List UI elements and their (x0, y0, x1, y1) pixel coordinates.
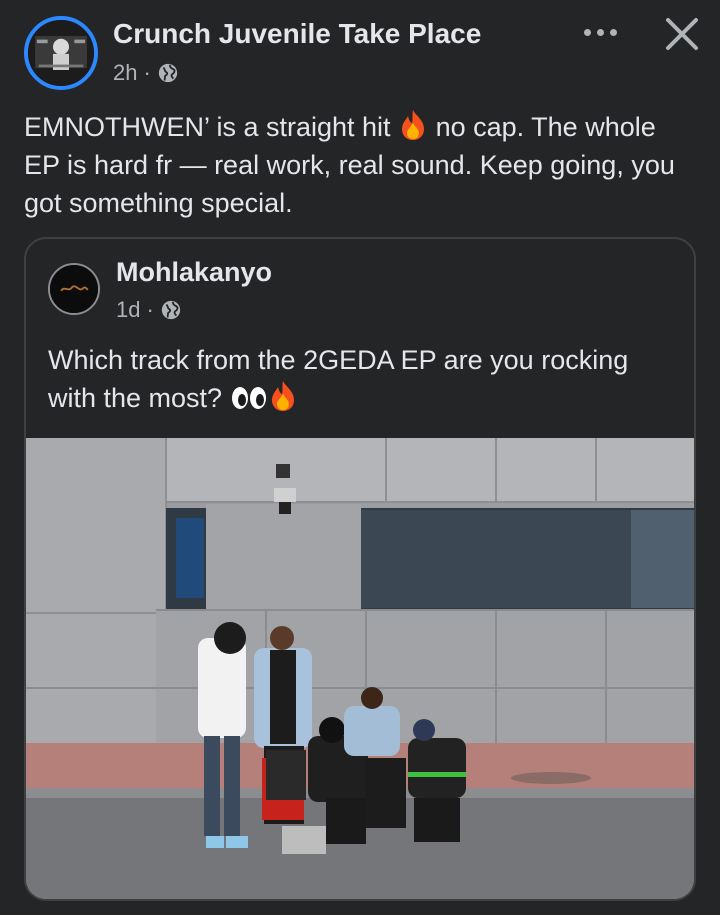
shared-author-avatar[interactable] (48, 263, 100, 315)
more-options-button[interactable] (578, 20, 622, 44)
meta-separator: · (143, 60, 151, 85)
globe-icon (161, 300, 180, 320)
more-horizontal-icon (609, 28, 617, 36)
fire-emoji-icon (402, 110, 425, 140)
more-horizontal-icon (596, 28, 604, 36)
fire-emoji-icon (271, 381, 294, 411)
shared-post-body: Which track from the 2GEDA EP are you ro… (48, 341, 668, 417)
shared-post-meta: 1d · (116, 297, 182, 323)
shared-meta-separator: · (146, 297, 154, 322)
close-icon[interactable] (660, 12, 704, 56)
author-avatar-image (28, 20, 94, 86)
post-body: EMNOTHWEN’ is a straight hit no cap. The… (24, 108, 694, 222)
globe-icon (158, 63, 177, 83)
post-header: Crunch Juvenile Take Place 2h · (0, 0, 720, 100)
author-avatar[interactable] (24, 16, 98, 90)
shared-post-text: Which track from the 2GEDA EP are you ro… (48, 345, 629, 413)
group-photo-image (26, 438, 694, 899)
shared-author-avatar-image (50, 265, 98, 313)
author-name[interactable]: Crunch Juvenile Take Place (113, 18, 481, 50)
shared-post-timestamp[interactable]: 1d (116, 297, 140, 323)
more-horizontal-icon (583, 28, 591, 36)
shared-post-card[interactable]: Mohlakanyo 1d · Which track from the 2GE… (24, 237, 696, 901)
post-meta: 2h · (113, 60, 179, 86)
shared-post-photo[interactable] (26, 438, 694, 899)
shared-author-name[interactable]: Mohlakanyo (116, 257, 272, 288)
eyes-emoji-icon (231, 387, 266, 409)
post-timestamp[interactable]: 2h (113, 60, 137, 86)
post-text-part-1: EMNOTHWEN’ is a straight hit (24, 112, 391, 142)
